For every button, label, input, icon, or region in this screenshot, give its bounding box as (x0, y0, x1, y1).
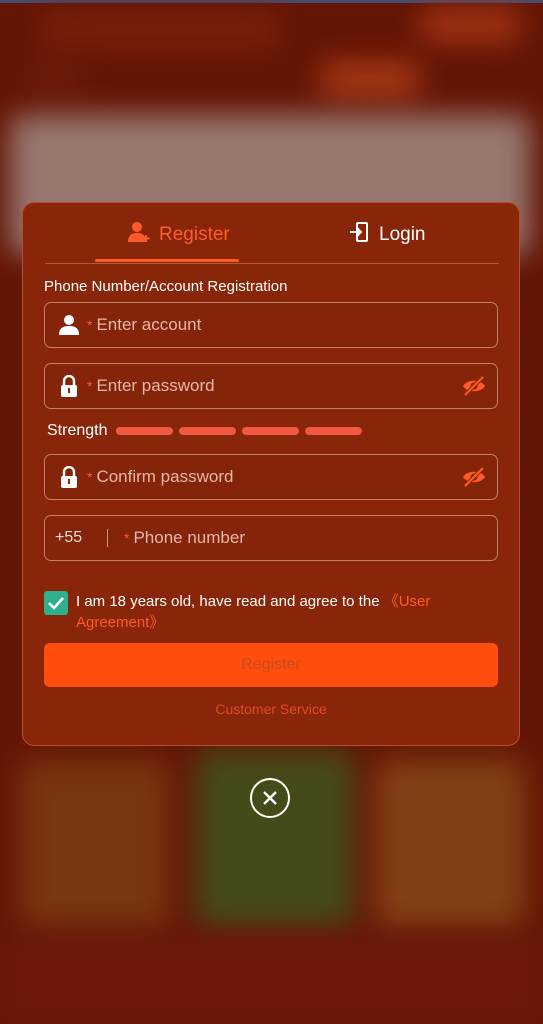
person-icon (57, 313, 81, 337)
agreement-text: I am 18 years old, have read and agree t… (76, 591, 484, 633)
eye-off-icon[interactable] (461, 465, 487, 489)
close-icon[interactable] (250, 778, 290, 818)
password-field[interactable]: * (44, 363, 498, 409)
phone-input[interactable] (131, 515, 497, 561)
account-input[interactable] (94, 302, 497, 348)
lock-icon (57, 465, 81, 489)
register-button[interactable]: Register (44, 643, 498, 687)
required-mark: * (124, 530, 130, 546)
tab-login[interactable]: Login (349, 217, 426, 253)
check-icon (48, 597, 64, 610)
required-mark: * (87, 469, 93, 485)
login-door-icon (349, 221, 371, 249)
agreement-statement: I am 18 years old, have read and agree t… (76, 593, 384, 610)
user-icon (127, 221, 151, 249)
tab-login-label: Login (379, 224, 426, 245)
active-tab-indicator (95, 259, 239, 262)
strength-bar (116, 427, 174, 435)
section-title: Phone Number/Account Registration (44, 278, 288, 295)
required-mark: * (87, 317, 93, 333)
strength-bar (179, 427, 237, 435)
confirm-password-input[interactable] (94, 454, 461, 500)
auth-tabs: Register Login (45, 203, 499, 264)
account-field[interactable]: * (44, 302, 498, 348)
required-mark: * (87, 378, 93, 394)
strength-label: Strength (47, 422, 108, 439)
strength-bar (242, 427, 300, 435)
eye-off-icon[interactable] (461, 374, 487, 398)
tab-register[interactable]: Register (127, 217, 230, 253)
tab-register-label: Register (159, 224, 230, 245)
confirm-password-field[interactable]: * (44, 454, 498, 500)
password-input[interactable] (94, 363, 461, 409)
agreement-row: I am 18 years old, have read and agree t… (44, 591, 484, 633)
strength-bar (305, 427, 363, 435)
password-strength: Strength (47, 422, 368, 440)
customer-service-link[interactable]: Customer Service (23, 701, 519, 717)
phone-field[interactable]: +55 * (44, 515, 498, 561)
lock-icon (57, 374, 81, 398)
register-modal: Register Login Phone Number/Account Regi… (22, 202, 520, 746)
country-code[interactable]: +55 (55, 529, 108, 547)
agree-checkbox[interactable] (44, 591, 68, 615)
